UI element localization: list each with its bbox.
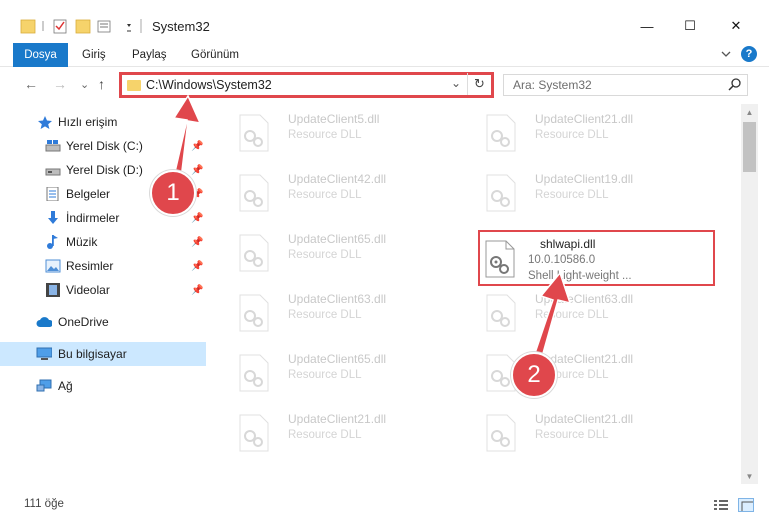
arrow-2 xyxy=(531,271,572,365)
step-1-badge: 1 xyxy=(150,170,196,216)
step-2-badge: 2 xyxy=(511,352,557,398)
file-explorer-window: System32 — ☐ ✕ Dosya Giriş Paylaş Görünü… xyxy=(0,0,769,527)
annotation-arrows xyxy=(171,94,572,365)
